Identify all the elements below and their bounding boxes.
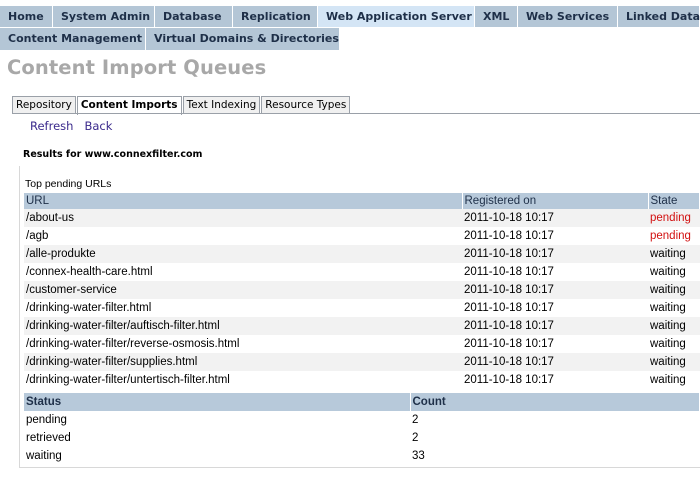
nav-tab-system-admin[interactable]: System Admin (53, 6, 155, 28)
url-cell: /drinking-water-filter/supplies.html (24, 353, 462, 371)
column-header-count: Count (410, 393, 700, 411)
count-cell: 2 (410, 411, 700, 429)
status-cell: pending (24, 411, 410, 429)
column-header-url: URL (24, 193, 463, 209)
primary-nav: Home System Admin Database Replication W… (0, 6, 700, 28)
url-cell: /customer-service (24, 281, 462, 299)
registered-cell: 2011-10-18 10:17 (462, 209, 648, 227)
table-row: /drinking-water-filter/reverse-osmosis.h… (24, 335, 700, 353)
registered-cell: 2011-10-18 10:17 (462, 227, 648, 245)
state-cell: waiting (648, 281, 700, 299)
url-cell: /about-us (24, 209, 462, 227)
status-cell: retrieved (24, 429, 410, 447)
count-cell: 2 (410, 429, 700, 447)
url-cell: /connex-health-care.html (24, 263, 462, 281)
nav-tab-linked-data[interactable]: Linked Data (618, 6, 700, 28)
subtab-divider (12, 113, 700, 114)
nav-tab-web-services[interactable]: Web Services (518, 6, 618, 28)
status-count-table: Status Count pending 2 retrieved 2 waiti… (24, 393, 700, 465)
table-row: /drinking-water-filter/auftisch-filter.h… (24, 317, 700, 335)
table-row: pending 2 (24, 411, 700, 429)
registered-cell: 2011-10-18 10:17 (462, 335, 648, 353)
nav-tab-content-management[interactable]: Content Management (0, 28, 146, 50)
state-cell: pending (648, 209, 700, 227)
registered-cell: 2011-10-18 10:17 (462, 317, 648, 335)
column-header-status: Status (24, 393, 411, 411)
state-cell: waiting (648, 263, 700, 281)
nav-tab-web-application-server[interactable]: Web Application Server (318, 6, 475, 28)
registered-cell: 2011-10-18 10:17 (462, 245, 648, 263)
results-for-heading: Results for www.connexfilter.com (23, 149, 203, 160)
subtab-text-indexing[interactable]: Text Indexing (182, 96, 261, 114)
pending-urls-caption: Top pending URLs (25, 178, 112, 190)
secondary-nav: Content Management Virtual Domains & Dir… (0, 28, 340, 50)
page-title: Content Import Queues (7, 56, 267, 79)
state-cell: pending (648, 227, 700, 245)
state-cell: waiting (648, 317, 700, 335)
table-row: /drinking-water-filter/untertisch-filter… (24, 371, 700, 389)
url-cell: /drinking-water-filter/auftisch-filter.h… (24, 317, 462, 335)
url-cell: /drinking-water-filter.html (24, 299, 462, 317)
nav-tab-database[interactable]: Database (155, 6, 233, 28)
registered-cell: 2011-10-18 10:17 (462, 263, 648, 281)
url-cell: /drinking-water-filter/reverse-osmosis.h… (24, 335, 462, 353)
table-row: /connex-health-care.html 2011-10-18 10:1… (24, 263, 700, 281)
content-subtabs: Repository Content Imports Text Indexing… (12, 96, 351, 115)
subtab-resource-types[interactable]: Resource Types (261, 96, 351, 114)
state-cell: waiting (648, 299, 700, 317)
registered-cell: 2011-10-18 10:17 (462, 353, 648, 371)
table-row: /customer-service 2011-10-18 10:17 waiti… (24, 281, 700, 299)
url-cell: /agb (24, 227, 462, 245)
registered-cell: 2011-10-18 10:17 (462, 281, 648, 299)
state-cell: waiting (648, 335, 700, 353)
subtab-repository[interactable]: Repository (12, 96, 76, 114)
url-cell: /alle-produkte (24, 245, 462, 263)
column-header-registered-on: Registered on (462, 193, 649, 209)
back-link[interactable]: Back (84, 119, 112, 133)
table-row: retrieved 2 (24, 429, 700, 447)
registered-cell: 2011-10-18 10:17 (462, 299, 648, 317)
registered-cell: 2011-10-18 10:17 (462, 371, 648, 389)
table-row: /alle-produkte 2011-10-18 10:17 waiting (24, 245, 700, 263)
nav-tab-xml[interactable]: XML (475, 6, 518, 28)
table-row: /drinking-water-filter/supplies.html 201… (24, 353, 700, 371)
state-cell: waiting (648, 245, 700, 263)
state-cell: waiting (648, 353, 700, 371)
refresh-link[interactable]: Refresh (30, 119, 73, 133)
status-cell: waiting (24, 447, 410, 465)
table-row: /about-us 2011-10-18 10:17 pending (24, 209, 700, 227)
state-cell: waiting (648, 371, 700, 389)
nav-tab-virtual-domains[interactable]: Virtual Domains & Directories (146, 28, 340, 50)
table-row: waiting 33 (24, 447, 700, 465)
nav-tab-home[interactable]: Home (0, 6, 53, 28)
nav-tab-replication[interactable]: Replication (233, 6, 318, 28)
count-cell: 33 (410, 447, 700, 465)
table-row: /drinking-water-filter.html 2011-10-18 1… (24, 299, 700, 317)
column-header-state: State (648, 193, 700, 209)
pending-urls-table: URL Registered on State /about-us 2011-1… (24, 193, 700, 389)
url-cell: /drinking-water-filter/untertisch-filter… (24, 371, 462, 389)
action-links: Refresh Back (30, 119, 112, 133)
table-row: /agb 2011-10-18 10:17 pending (24, 227, 700, 245)
